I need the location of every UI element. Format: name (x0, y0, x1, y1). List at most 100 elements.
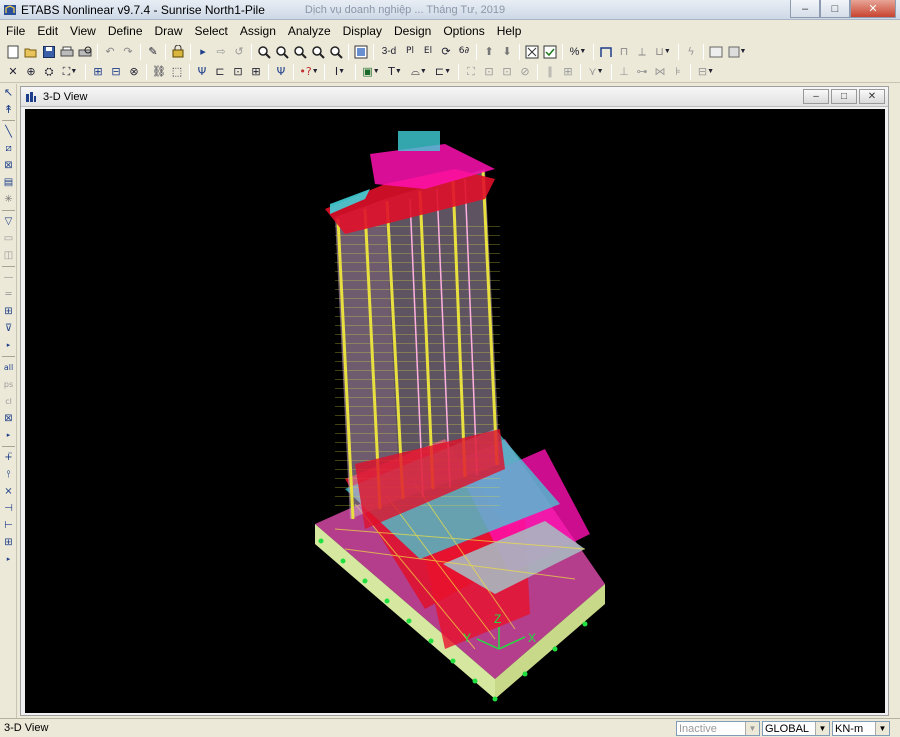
redo-icon[interactable]: ↷ (120, 44, 136, 60)
snap-point-icon[interactable]: +̈ (1, 450, 16, 465)
view-minimize-button[interactable]: – (803, 89, 829, 104)
snap-icon[interactable]: ⛶ ▼ (59, 64, 81, 80)
undo-icon[interactable]: ↶ (102, 44, 118, 60)
reshape-object-icon[interactable]: ↟ (1, 102, 16, 117)
shear-wall-icon[interactable]: ⊘ (517, 64, 533, 80)
coord-system-combo[interactable]: GLOBAL ▼ (762, 721, 830, 736)
run-analysis-icon[interactable]: ϟ (683, 44, 699, 60)
joint-icon[interactable]: ⬚ (169, 64, 185, 80)
snap-more-icon-2[interactable]: ▸ (1, 552, 16, 567)
table-icon[interactable]: ⊏ ▼ (432, 64, 454, 80)
shrink-objects-button[interactable]: % ▼ (567, 44, 589, 60)
menu-options[interactable]: Options (437, 24, 490, 38)
concrete-frame-icon[interactable]: ⊡ (481, 64, 497, 80)
close-button[interactable]: ✕ (850, 0, 896, 18)
open-icon[interactable] (23, 44, 39, 60)
view-close-button[interactable]: ✕ (859, 89, 885, 104)
snap-line-icon[interactable]: ⊞ (1, 535, 16, 550)
output-icon[interactable]: ⊥ (616, 64, 632, 80)
check-icon[interactable] (542, 44, 558, 60)
display-options-icon[interactable] (524, 44, 540, 60)
select-pointer-icon[interactable]: ↖ (1, 85, 16, 100)
forces-icon[interactable]: ▣ ▼ (360, 64, 382, 80)
selection-state-combo[interactable]: Inactive ▼ (676, 721, 760, 736)
menu-design[interactable]: Design (388, 24, 437, 38)
graphic-dropdown-button[interactable]: ▼ (726, 44, 748, 60)
zoom-window-icon[interactable]: ↺ (231, 44, 247, 60)
zoom-out-icon[interactable] (274, 44, 290, 60)
menu-draw[interactable]: Draw (149, 24, 189, 38)
chevron-down-icon[interactable]: ▼ (745, 722, 759, 735)
composite-icon[interactable]: ⊡ (499, 64, 515, 80)
output-frame-icon[interactable]: ⊧ (670, 64, 686, 80)
section-cut-icon[interactable]: ⊗ (126, 64, 142, 80)
contour-icon[interactable]: ⌓ ▼ (408, 64, 430, 80)
3d-model-icon[interactable] (353, 44, 369, 60)
area-icon[interactable]: ⊡ (230, 64, 246, 80)
zoom-in-icon[interactable] (256, 44, 272, 60)
output-options-icon[interactable]: ⊟ ▼ (695, 64, 717, 80)
draw-link-icon[interactable]: ▸ (1, 338, 16, 353)
draw-column-icon[interactable]: ✳ (1, 192, 16, 207)
rotate-view-icon[interactable]: ⟳ (438, 44, 454, 60)
print-icon[interactable] (59, 44, 75, 60)
chevron-down-icon[interactable]: ▼ (815, 722, 829, 735)
units-combo[interactable]: KN-m ▼ (832, 721, 890, 736)
output-line-icon[interactable]: ⊶ (634, 64, 650, 80)
pan-icon[interactable] (310, 44, 326, 60)
point-icon[interactable]: ⊞ (248, 64, 264, 80)
select-all-icon[interactable]: all (1, 360, 16, 375)
clear-select-icon[interactable]: cl (1, 394, 16, 409)
view-restore-button[interactable]: □ (831, 89, 857, 104)
level-icon[interactable]: ⛓ (151, 64, 167, 80)
assign-support-button[interactable]: ⊔ ▼ (652, 44, 674, 60)
new-icon[interactable] (5, 44, 21, 60)
design-icon[interactable]: T ▼ (384, 64, 406, 80)
maximize-button[interactable]: □ (820, 0, 850, 18)
menu-select[interactable]: Select (189, 24, 234, 38)
output-grid-icon[interactable]: ⋈ (652, 64, 668, 80)
spring-icon[interactable]: ⊓ (616, 44, 632, 60)
elevation-grid-icon[interactable]: ⊟ (108, 64, 124, 80)
plan-grid-icon[interactable]: ⊞ (90, 64, 106, 80)
draw-deck-icon[interactable]: — (1, 270, 16, 285)
menu-analyze[interactable]: Analyze (282, 24, 337, 38)
wall-icon[interactable]: ⊏ (212, 64, 228, 80)
menu-display[interactable]: Display (337, 24, 388, 38)
shell-icon[interactable]: ⋎ ▼ (585, 64, 607, 80)
restore-view-icon[interactable]: ⇨ (213, 44, 229, 60)
rotate-icon[interactable]: ⊕ (23, 64, 39, 80)
snap-middle-icon[interactable]: ⨯ (1, 484, 16, 499)
steel-frame-icon[interactable]: ⛶ (463, 64, 479, 80)
draw-rectangle-icon[interactable]: ▭ (1, 231, 16, 246)
joist-icon[interactable]: ∥ (542, 64, 558, 80)
link-icon[interactable]: ⟂ (634, 44, 650, 60)
frame-draw-icon[interactable]: Ψ (194, 64, 210, 80)
plan-view-icon[interactable]: Pl (402, 44, 418, 60)
frame-icon[interactable] (598, 44, 614, 60)
3d-model-viewport[interactable]: Y Z X (25, 109, 885, 713)
refresh-icon[interactable]: ✎ (145, 44, 161, 60)
chevron-down-icon[interactable]: ▼ (875, 722, 889, 735)
reshape-icon[interactable]: •? ▼ (298, 64, 320, 80)
draw-secondary-icon[interactable]: ⊞ (1, 304, 16, 319)
zoom-previous-icon[interactable] (328, 44, 344, 60)
perspective-icon[interactable]: 6∂ (456, 44, 472, 60)
move-up-icon[interactable]: ⬆ (481, 44, 497, 60)
mirror-icon[interactable]: ⛭ (41, 64, 57, 80)
frame-reinforcement-icon[interactable]: ⊞ (560, 64, 576, 80)
snap-end-icon[interactable]: ⫯ (1, 467, 16, 482)
snap-more-icon[interactable]: ▸ (1, 428, 16, 443)
move-down-icon[interactable]: ⬇ (499, 44, 515, 60)
print-preview-icon[interactable] (77, 44, 93, 60)
menu-define[interactable]: Define (102, 24, 149, 38)
pointer-icon[interactable]: ▸ (195, 44, 211, 60)
menu-view[interactable]: View (64, 24, 102, 38)
zoom-fit-icon[interactable] (292, 44, 308, 60)
snap-intersection-icon[interactable]: ⊣ (1, 501, 16, 516)
3d-view-button[interactable]: 3-d (378, 44, 400, 60)
move-icon[interactable]: ✕ (5, 64, 21, 80)
elevation-view-icon[interactable]: El (420, 44, 436, 60)
previous-select-icon[interactable]: ps (1, 377, 16, 392)
menu-edit[interactable]: Edit (31, 24, 64, 38)
